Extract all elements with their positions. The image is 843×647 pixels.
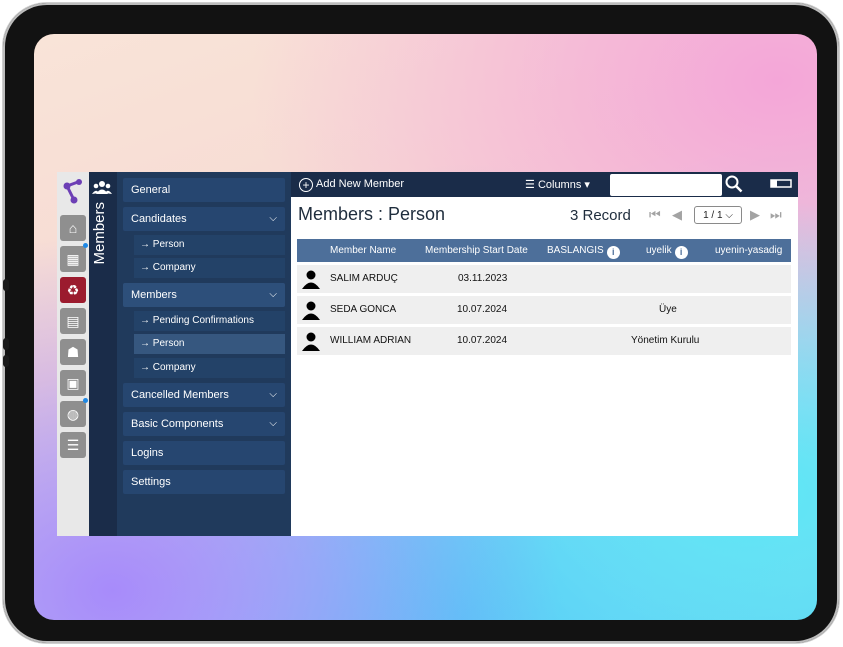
search-icon[interactable] (725, 175, 743, 193)
menu-label: Logins (131, 447, 164, 459)
members-tab-label: Members (91, 202, 108, 265)
member-name: WILLIAM ADRIAN (330, 335, 412, 346)
column-header[interactable]: Membership Start Date (425, 239, 528, 262)
start-date: 03.11.2023 (458, 273, 508, 284)
columns-label: Columns (537, 179, 582, 191)
panel-toggle-icon[interactable] (770, 176, 792, 190)
menu-members[interactable]: Members ⌵ (123, 283, 285, 307)
chevron-down-icon: ⌵ (269, 418, 277, 429)
page-select[interactable]: 1 / 1 ⌵ (694, 206, 742, 224)
next-page-icon[interactable]: ▶ (750, 207, 760, 223)
person-icon (302, 270, 320, 289)
chevron-down-icon: ⌵ (269, 289, 277, 300)
globe-icon[interactable]: ◍ (60, 398, 88, 427)
menu-cancelled-members[interactable]: Cancelled Members ⌵ (123, 383, 285, 407)
search-input[interactable] (610, 174, 722, 196)
person-icon (302, 301, 320, 320)
icon-rail: ⌂ ▦ ♻ ▤ ☗ ▣ ◍ ☰ (57, 172, 89, 536)
toolbar: + Add New Member ☰ Columns ▾ (291, 172, 798, 197)
add-new-member-button[interactable]: + Add New Member (299, 177, 404, 192)
menu-candidates-company[interactable]: → Company (134, 258, 285, 278)
column-header[interactable]: BASLANGIS i (547, 239, 620, 262)
chevron-down-icon: ⌵ (269, 213, 277, 224)
menu-members-pending[interactable]: → Pending Confirmations (134, 311, 285, 331)
building-icon[interactable]: ▦ (60, 243, 88, 272)
menu-logins[interactable]: Logins (123, 441, 285, 465)
prev-page-icon[interactable]: ◀ (672, 207, 682, 223)
column-header[interactable]: Member Name (330, 239, 396, 262)
record-count: 3 Record (570, 207, 631, 224)
menu-basic-components[interactable]: Basic Components ⌵ (123, 412, 285, 436)
menu-members-person[interactable]: → Person (134, 334, 285, 354)
app-logo[interactable] (62, 178, 84, 204)
column-header[interactable]: uyenin-yasadig (715, 239, 782, 262)
column-header[interactable]: uyelik i (646, 239, 688, 262)
column-header-label: BASLANGIS (547, 245, 604, 256)
table-row[interactable]: SEDA GONCA 10.07.2024 Üye (297, 296, 791, 324)
group-icon[interactable]: ☗ (60, 339, 86, 365)
plus-circle-icon: + (299, 178, 313, 192)
recycle-icon[interactable]: ♻ (60, 277, 86, 303)
chevron-down-icon: ⌵ (269, 389, 277, 400)
menu-settings[interactable]: Settings (123, 470, 285, 494)
page-title: Members : Person (298, 204, 446, 224)
main-content: + Add New Member ☰ Columns ▾ Members: P… (291, 172, 798, 536)
menu-candidates[interactable]: Candidates ⌵ (123, 207, 285, 231)
uyelik-value: Üye (659, 304, 677, 315)
uyelik-value: Yönetim Kurulu (631, 335, 700, 346)
tablet-frame: ⌂ ▦ ♻ ▤ ☗ ▣ ◍ ☰ Members General Candidat… (3, 3, 839, 643)
menu-label: Candidates (131, 213, 187, 225)
first-page-icon[interactable]: ⏮ (649, 207, 661, 223)
screen: ⌂ ▦ ♻ ▤ ☗ ▣ ◍ ☰ Members General Candidat… (34, 34, 817, 620)
menu-members-company[interactable]: → Company (134, 358, 285, 378)
members-vertical-tab[interactable]: Members (89, 172, 117, 536)
menu-label: Settings (131, 476, 171, 488)
menu-label: Cancelled Members (131, 389, 229, 401)
table-row[interactable]: SALIM ARDUÇ 03.11.2023 (297, 265, 791, 293)
side-button (3, 338, 9, 350)
start-date: 10.07.2024 (457, 304, 508, 315)
caret-down-icon: ▾ (584, 179, 590, 191)
sliders-icon[interactable]: ☰ (60, 432, 86, 458)
member-name: SALIM ARDUÇ (330, 273, 398, 284)
menu-general[interactable]: General (123, 178, 285, 202)
home-icon[interactable]: ⌂ (60, 215, 86, 241)
menu-label: Basic Components (131, 418, 224, 430)
side-menu: General Candidates ⌵ → Person → Company M… (117, 172, 291, 536)
start-date: 10.07.2024 (457, 335, 508, 346)
person-icon (302, 332, 320, 351)
calculator-icon[interactable]: ▤ (60, 308, 86, 334)
column-header-label: uyelik (646, 245, 672, 256)
members-icon (92, 181, 112, 194)
page-select-value: 1 / 1 (703, 210, 723, 221)
last-page-icon[interactable]: ⏭ (770, 207, 782, 223)
add-new-member-label: Add New Member (316, 178, 405, 190)
menu-label: Members (131, 289, 177, 301)
list-icon: ☰ (525, 179, 535, 191)
info-icon[interactable]: i (606, 246, 620, 259)
id-card-icon[interactable]: ▣ (60, 370, 86, 396)
menu-candidates-person[interactable]: → Person (134, 235, 285, 255)
member-name: SEDA GONCA (330, 304, 397, 315)
table-row[interactable]: WILLIAM ADRIAN 10.07.2024 Yönetim Kurulu (297, 327, 791, 355)
side-button (3, 279, 9, 291)
info-icon[interactable]: i (674, 246, 688, 259)
side-button (3, 355, 9, 367)
app-window: ⌂ ▦ ♻ ▤ ☗ ▣ ◍ ☰ Members General Candidat… (57, 172, 798, 536)
menu-label: General (131, 184, 171, 196)
columns-button[interactable]: ☰ Columns ▾ (525, 178, 590, 191)
table-header: Member Name Membership Start Date BASLAN… (297, 239, 791, 262)
